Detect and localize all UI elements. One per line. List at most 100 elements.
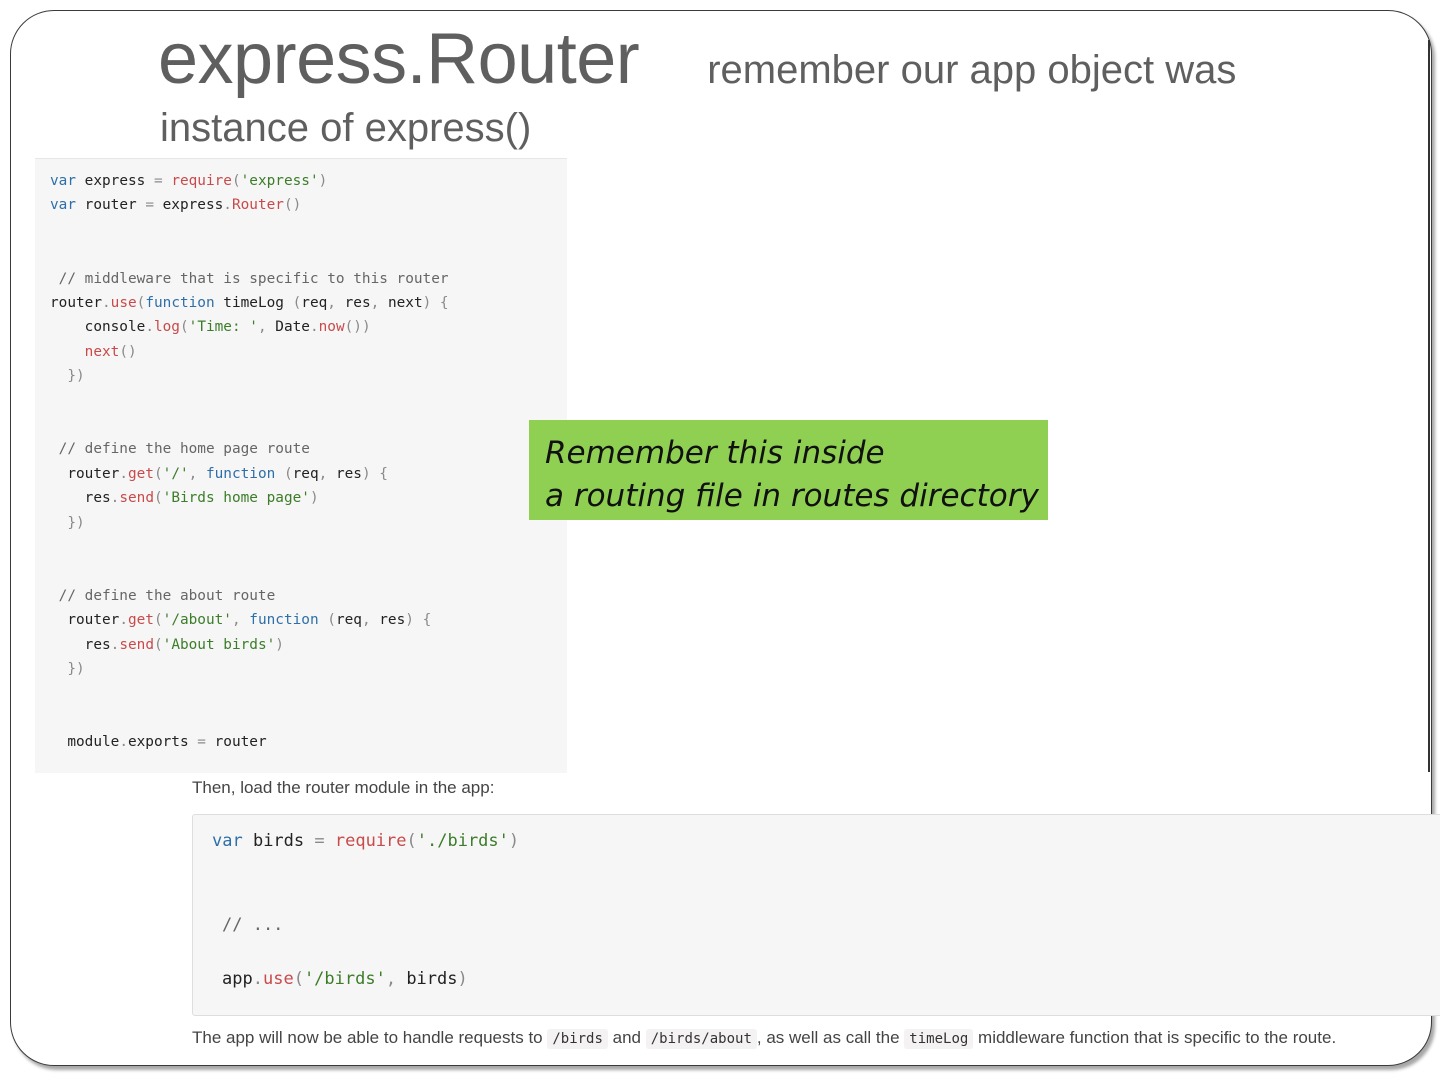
code-token: log xyxy=(153,319,180,336)
code-token: res xyxy=(344,295,371,311)
code-token: , xyxy=(370,295,388,311)
code-token: , xyxy=(361,612,380,629)
code-token: ( xyxy=(153,465,163,482)
inline-code-birds: /birds xyxy=(547,1029,608,1049)
code-token: ) xyxy=(318,173,328,189)
code-token: = xyxy=(145,197,163,214)
explanation-part-3: , as well as call the xyxy=(756,1028,905,1047)
code-line: var router = express.Router() xyxy=(50,197,301,213)
code-token: app xyxy=(222,969,253,989)
code-token: router xyxy=(50,612,120,629)
code-token: ) xyxy=(508,831,520,851)
code-token: . xyxy=(119,465,128,482)
code-token: birds xyxy=(242,831,315,851)
code-token: var xyxy=(50,173,76,189)
code-line: // define the home page route xyxy=(50,441,310,457)
code-token: // define the home page route xyxy=(50,441,310,458)
code-token: req xyxy=(335,612,362,629)
code-token: . xyxy=(223,197,232,214)
code-token: ) xyxy=(457,969,468,989)
code-token: './birds' xyxy=(416,831,509,851)
note-line-2: a routing file in routes directory xyxy=(545,478,1039,514)
code-token: express xyxy=(162,197,224,214)
code-token: get xyxy=(127,465,154,482)
code-line: next() xyxy=(50,344,137,360)
code-token: require xyxy=(171,173,232,189)
slide-subtitle: remember our app object was xyxy=(707,48,1237,92)
code-token: router xyxy=(50,295,102,311)
code-token: req xyxy=(292,465,319,482)
code-token: Router xyxy=(231,197,284,214)
code-token: , xyxy=(231,612,250,629)
code-token: console xyxy=(50,319,146,336)
code-line: // define the about route xyxy=(50,587,276,604)
code-token: // define the about route xyxy=(50,587,276,604)
code-line: res.send('Birds home page') xyxy=(50,490,319,506)
code-token: router xyxy=(214,734,267,751)
code-token: = xyxy=(197,734,215,751)
code-token: ( xyxy=(292,295,302,311)
code-line: router.get('/about', function (req, res)… xyxy=(50,612,431,628)
code-token: req xyxy=(301,295,328,311)
code-token: '/about' xyxy=(162,612,232,629)
code-token: ( xyxy=(406,831,417,851)
code-token: exports xyxy=(127,734,198,751)
code-token: 'About birds' xyxy=(162,636,276,653)
code-line: res.send('About birds') xyxy=(50,637,284,653)
code-token: = xyxy=(153,173,172,189)
code-token: ( xyxy=(318,612,336,629)
code-token: , xyxy=(327,295,345,311)
code-token: ) { xyxy=(405,612,432,629)
code-token: res xyxy=(50,490,111,507)
code-token: ( xyxy=(153,490,163,507)
code-token: router xyxy=(76,197,146,214)
code-line: // middleware that is specific to this r… xyxy=(50,271,449,287)
code-token: = xyxy=(314,831,335,851)
code-token: '/' xyxy=(162,465,189,482)
code-token: timeLog xyxy=(214,295,293,311)
explanation-part-2: and xyxy=(607,1028,646,1047)
explanation-text: The app will now be able to handle reque… xyxy=(192,1028,1336,1049)
code-token: ( xyxy=(293,969,304,989)
slide-title-line: express.Router remember our app object wa… xyxy=(158,18,1236,100)
code-token: ()) xyxy=(344,319,371,336)
code-token: function xyxy=(249,612,319,629)
code-token: function xyxy=(145,295,215,311)
app-code-box: var birds = require('./birds')// ... app.… xyxy=(192,814,1440,1016)
code-token: }) xyxy=(50,661,85,677)
code-token: next xyxy=(50,343,120,360)
code-token: ) xyxy=(309,490,319,507)
code-line: router.get('/', function (req, res) { xyxy=(50,466,388,482)
code-token: get xyxy=(127,612,154,629)
code-token: var xyxy=(50,197,76,214)
code-token: . xyxy=(119,734,128,751)
code-line: }) xyxy=(50,368,84,384)
code-token: next xyxy=(387,295,423,311)
note-line-1: Remember this inside xyxy=(545,435,885,471)
code-token: now xyxy=(318,319,345,336)
code-line: var express = require('express') xyxy=(50,173,327,189)
code-token: // ... xyxy=(222,915,284,935)
code-token: express xyxy=(76,173,154,189)
code-line: }) xyxy=(50,515,84,531)
code-token: module xyxy=(50,734,120,751)
code-token: use xyxy=(110,295,137,311)
code-line: app.use('/birds', birds) xyxy=(222,969,468,989)
code-token: . xyxy=(145,319,154,336)
code-token: send xyxy=(119,490,154,507)
code-token: Date xyxy=(275,319,310,336)
code-token: // middleware that is specific to this r… xyxy=(50,270,449,287)
code-token: use xyxy=(262,969,294,989)
code-line: }) xyxy=(50,661,85,677)
code-token: ( xyxy=(231,173,241,189)
intro-text: Then, load the router module in the app: xyxy=(192,778,495,797)
code-token: '/birds' xyxy=(303,969,386,989)
code-token: 'Time: ' xyxy=(188,319,258,336)
slide-right-border xyxy=(1428,40,1430,772)
code-token: () xyxy=(119,343,137,360)
code-token: 'express' xyxy=(240,173,319,189)
inline-code-birds-about: /birds/about xyxy=(645,1029,757,1049)
inline-code-timelog: timeLog xyxy=(904,1029,974,1049)
code-token: ( xyxy=(153,612,163,629)
code-token: birds xyxy=(406,969,458,989)
